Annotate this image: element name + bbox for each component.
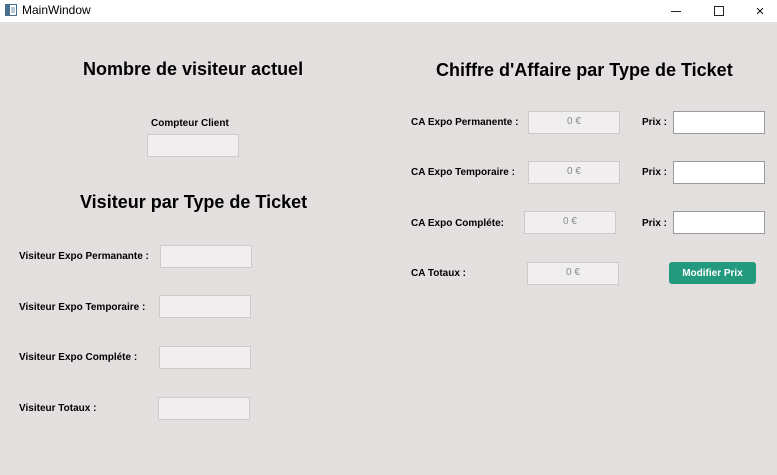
chiffre-affaire-title: Chiffre d'Affaire par Type de Ticket (436, 60, 733, 80)
title-bar: MainWindow × (0, 0, 777, 22)
maximize-button[interactable] (696, 0, 742, 22)
close-icon: × (755, 2, 765, 20)
visiteur-actuel-title: Nombre de visiteur actuel (83, 59, 304, 79)
visiteur-permanante-label: Visiteur Expo Permanante : (19, 251, 149, 262)
maximize-icon (714, 6, 724, 16)
visiteur-totaux-label: Visiteur Totaux : (19, 403, 97, 414)
visiteur-complete-label: Visiteur Expo Compléte : (19, 352, 138, 363)
window-title: MainWindow (22, 3, 91, 17)
visiteur-temporaire-field[interactable] (159, 295, 251, 318)
compteur-client-label: Compteur Client (151, 118, 229, 129)
ca-complete-field[interactable]: 0 € (524, 211, 616, 234)
close-button[interactable]: × (737, 0, 777, 22)
prix-temporaire-label: Prix : (642, 167, 668, 178)
modifier-prix-button[interactable]: Modifier Prix (669, 262, 756, 284)
ca-permanente-field[interactable]: 0 € (528, 111, 620, 134)
prix-permanente-label: Prix : (642, 117, 668, 128)
visiteur-temporaire-label: Visiteur Expo Temporaire : (19, 302, 146, 313)
minimize-icon (671, 10, 681, 12)
visiteur-totaux-field[interactable] (158, 397, 250, 420)
prix-temporaire-input[interactable] (673, 161, 765, 184)
visiteur-permanante-field[interactable] (160, 245, 252, 268)
ca-temporaire-label: CA Expo Temporaire : (411, 167, 515, 178)
ca-temporaire-field[interactable]: 0 € (528, 161, 620, 184)
ca-totaux-field[interactable]: 0 € (527, 262, 619, 285)
main-window: MainWindow × Nombre de visiteur actuel C… (0, 0, 777, 475)
prix-permanente-input[interactable] (673, 111, 765, 134)
compteur-client-field[interactable] (147, 134, 239, 157)
ca-permanente-label: CA Expo Permanente : (411, 117, 519, 128)
ca-complete-label: CA Expo Compléte: (411, 218, 504, 229)
prix-complete-input[interactable] (673, 211, 765, 234)
visiteur-type-title: Visiteur par Type de Ticket (80, 192, 308, 212)
app-icon (5, 4, 17, 16)
minimize-button[interactable] (653, 0, 699, 22)
prix-complete-label: Prix : (642, 218, 668, 229)
ca-totaux-label: CA Totaux : (411, 268, 466, 279)
visiteur-complete-field[interactable] (159, 346, 251, 369)
